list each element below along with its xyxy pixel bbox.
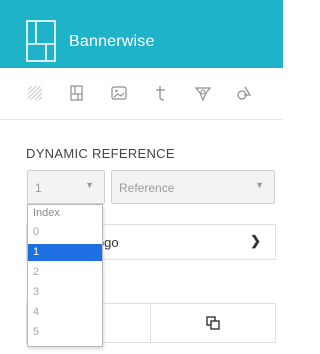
dropdown-option-index[interactable]: Index [28,205,102,222]
duplicate-icon [206,316,220,330]
duplicate-button[interactable] [151,304,275,342]
index-select-value: 1 [35,181,42,195]
texture-icon[interactable] [26,83,46,103]
chevron-down-icon: ▼ [255,180,264,190]
image-icon[interactable] [109,83,129,103]
group-icon[interactable] [235,83,255,103]
dropdown-option[interactable]: 3 [28,284,102,301]
reference-select-placeholder: Reference [119,181,175,195]
dropdown-option[interactable]: 2 [28,264,102,281]
dropdown-option[interactable]: 5 [28,324,102,341]
dropdown-option-selected[interactable]: 1 [28,244,102,261]
bannerwise-logo-icon [26,20,56,62]
reference-select[interactable]: Reference ▼ [111,170,275,204]
section-title: DYNAMIC REFERENCE [26,146,175,161]
app-title: Bannerwise [69,33,155,50]
shape-icon[interactable] [193,83,213,103]
index-select[interactable]: 1 ▼ [27,170,105,204]
text-icon[interactable] [151,83,171,103]
element-toolbar [0,68,283,120]
app-header: Bannerwise [0,0,283,68]
chevron-right-icon: ❯ [250,233,261,248]
chevron-down-icon: ▼ [85,180,94,190]
dropdown-option[interactable]: 4 [28,304,102,321]
layout-icon[interactable] [67,83,87,103]
index-dropdown-list: Index 0 1 2 3 4 5 [27,204,103,347]
dropdown-option[interactable]: 0 [28,224,102,241]
